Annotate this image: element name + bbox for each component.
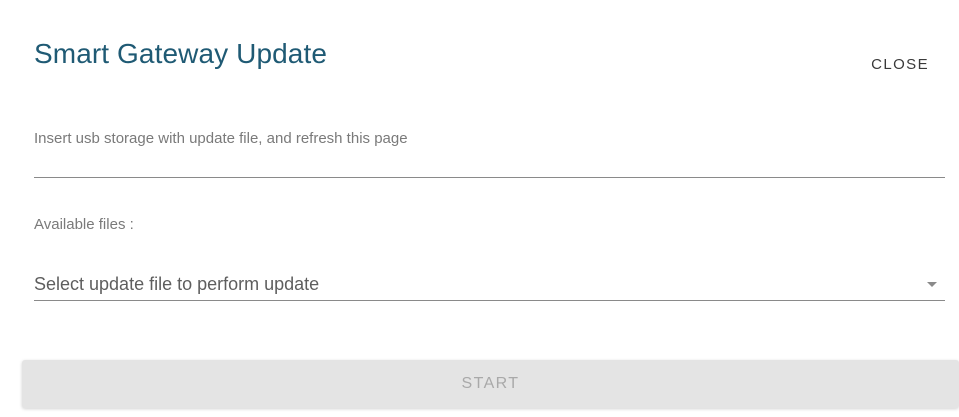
dialog-title: Smart Gateway Update	[34, 38, 328, 69]
available-files-label: Available files :	[34, 216, 134, 233]
usb-instruction-text: Insert usb storage with update file, and…	[34, 130, 408, 147]
update-file-select-placeholder: Select update file to perform update	[34, 274, 320, 294]
caret-down-icon[interactable]	[927, 282, 937, 287]
usb-status-field: Insert usb storage with update file, and…	[34, 126, 945, 178]
update-file-select[interactable]: Select update file to perform update	[34, 270, 945, 301]
update-dialog: Smart Gateway Update CLOSE Insert usb st…	[0, 0, 959, 417]
close-button[interactable]: CLOSE	[871, 56, 929, 73]
start-button[interactable]: START	[22, 360, 959, 408]
